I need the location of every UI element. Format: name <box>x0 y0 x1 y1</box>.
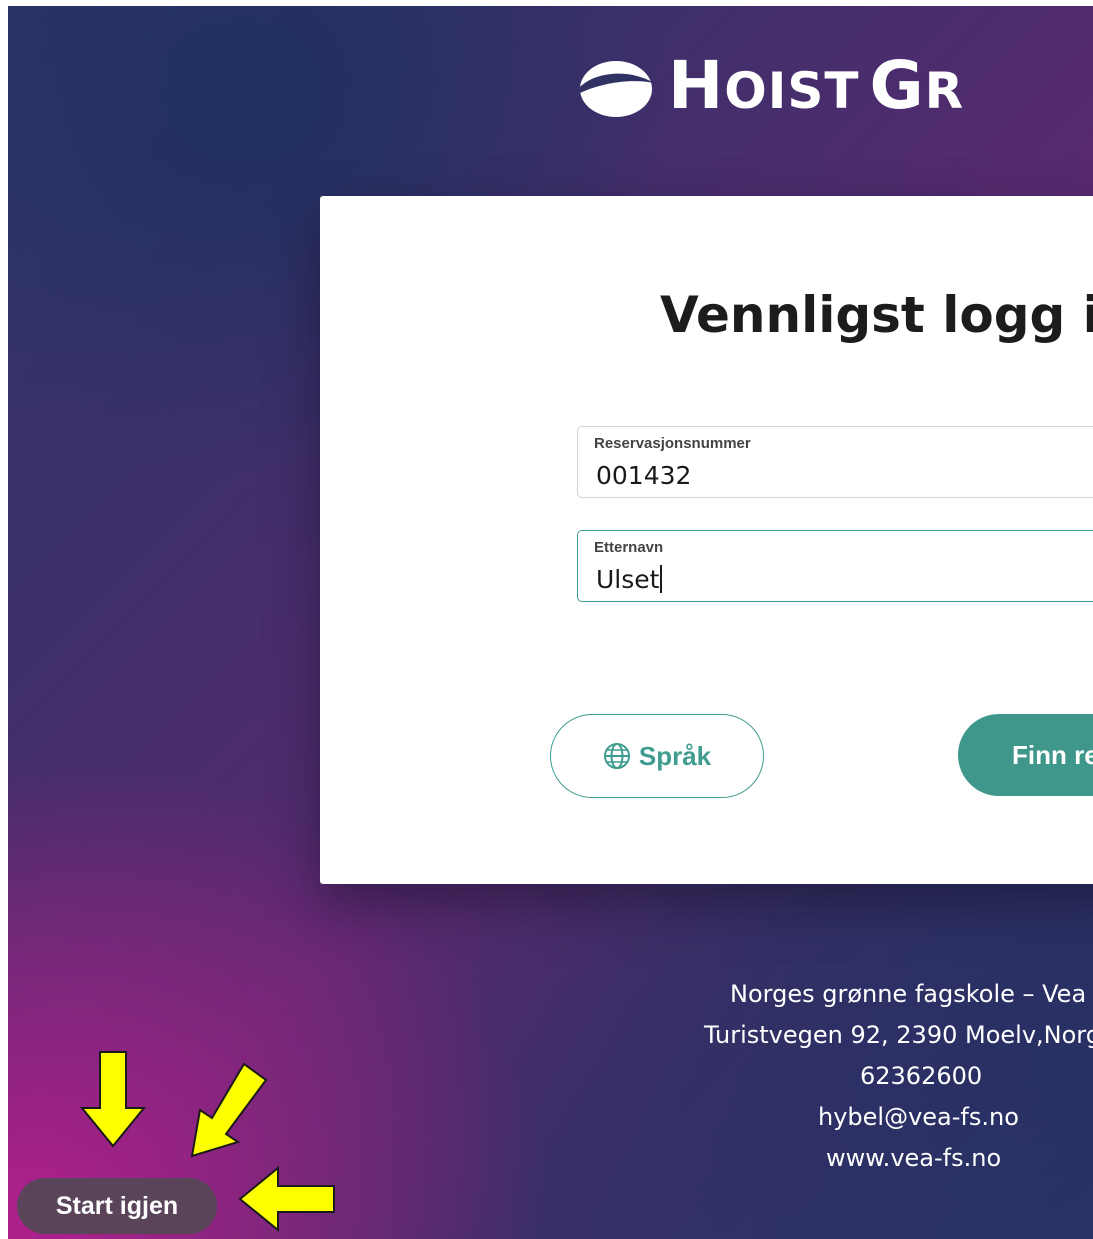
hoist-group-logo: HOIST GR <box>576 46 964 126</box>
start-again-button[interactable]: Start igjen <box>17 1178 217 1234</box>
diagonal-arrow-annotation-icon <box>190 1062 268 1158</box>
footer-phone: 62362600 <box>860 1062 983 1090</box>
contact-footer: Norges grønne fagskole – Vea Turistvegen… <box>700 974 1093 1179</box>
kiosk-screen: HOISTGR Vennligst logg inn Reservasjonsn… <box>8 6 1093 1239</box>
lastname-input[interactable]: Ulset <box>596 565 663 594</box>
footer-email: hybel@vea-fs.no <box>818 1103 1019 1131</box>
lastname-field[interactable]: Etternavn Ulset <box>577 530 1093 602</box>
language-button[interactable]: Språk <box>550 714 764 798</box>
globe-icon <box>603 743 630 769</box>
footer-address: Turistvegen 92, 2390 Moelv,Norge <box>704 1021 1093 1049</box>
page-title: Vennligst logg inn <box>660 286 1093 344</box>
login-card: Vennligst logg inn Reservasjonsnummer 00… <box>320 196 1093 884</box>
reservation-number-field[interactable]: Reservasjonsnummer 001432 <box>577 426 1093 498</box>
footer-website: www.vea-fs.no <box>826 1144 1002 1172</box>
logo-letter-r: R <box>924 62 965 120</box>
start-again-label: Start igjen <box>55 1191 179 1220</box>
logo-letters-oist: OIST <box>724 62 860 120</box>
logo-letter-g: G <box>869 47 925 124</box>
left-arrow-annotation-icon <box>238 1166 335 1232</box>
lastname-label: Etternavn <box>594 539 664 556</box>
reservation-number-label: Reservasjonsnummer <box>594 435 751 452</box>
lastname-value: Ulset <box>596 565 660 594</box>
down-arrow-annotation-icon <box>80 1051 146 1148</box>
footer-org-name: Norges grønne fagskole – Vea <box>730 980 1087 1008</box>
find-reservation-label: Finn reservasjon <box>1012 739 1093 770</box>
text-caret <box>660 565 663 593</box>
logo-letter-h: H <box>668 47 725 124</box>
reservation-number-value[interactable]: 001432 <box>596 461 691 490</box>
logo-mark-icon <box>580 61 654 117</box>
language-button-label: Språk <box>638 740 712 771</box>
find-reservation-button[interactable]: Finn reservasjon <box>958 714 1093 796</box>
